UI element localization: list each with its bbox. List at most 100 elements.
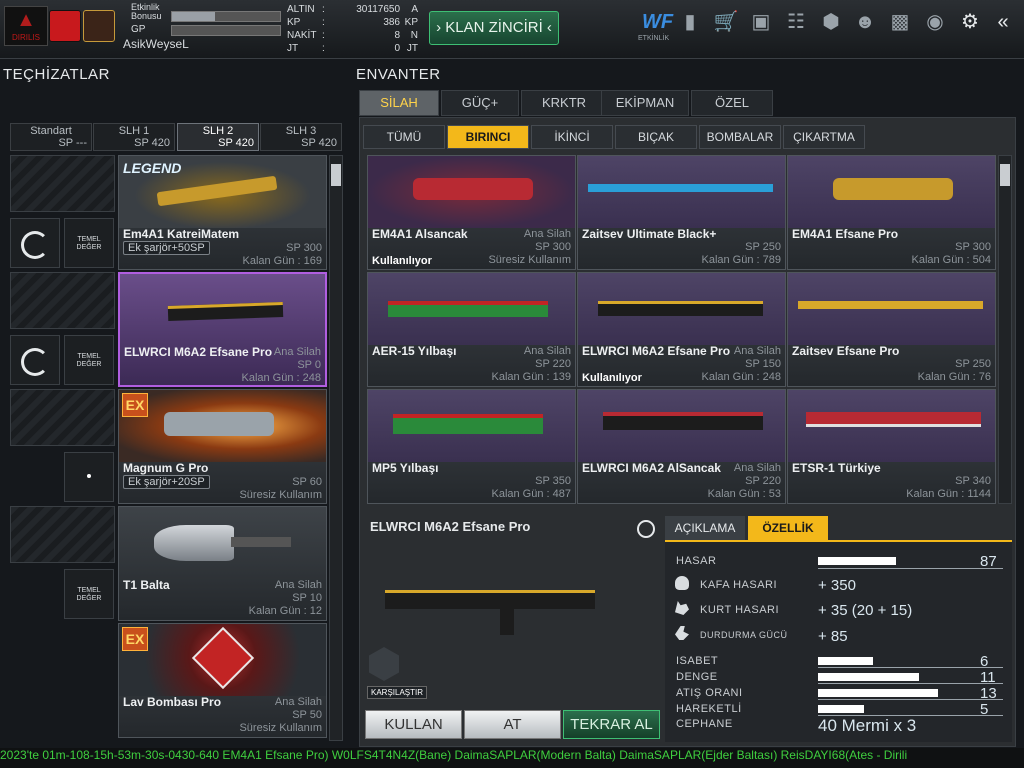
inventory-scroll-thumb[interactable] — [1000, 164, 1010, 186]
weapon-days: Kalan Gün : 139 — [491, 371, 571, 383]
equipment-card-selected[interactable]: ELWRCI M6A2 Efsane Pro Ana Silah SP 0 Ka… — [118, 272, 327, 387]
ranking-icon[interactable]: ▮ — [677, 9, 703, 35]
sticker-slot[interactable] — [10, 506, 115, 563]
weapon-type: Ana Silah — [523, 228, 571, 240]
subtab-cikartma[interactable]: ÇIKARTMA — [783, 125, 865, 149]
detail-weapon-name: ELWRCI M6A2 Efsane Pro — [370, 519, 531, 534]
temel-deger-slot[interactable]: TEMEL DEĞER — [64, 335, 114, 385]
subtab-ikinci[interactable]: İKİNCİ — [531, 125, 613, 149]
slot-tab-slh1[interactable]: SLH 1 SP 420 — [93, 123, 175, 151]
clan-emblem-icon[interactable] — [83, 10, 115, 42]
stat-label: DENGE — [676, 671, 718, 683]
weapon-sp: SP 250 — [955, 358, 991, 370]
inventory-item[interactable]: ETSR-1 Türkiye SP 340 Kalan Gün : 1144 — [787, 389, 996, 504]
weapon-type: Ana Silah — [274, 696, 322, 708]
inventory-item[interactable]: ELWRCI M6A2 Efsane Pro Ana Silah SP 150 … — [577, 272, 786, 387]
slot-tab-slh2[interactable]: SLH 2 SP 420 — [177, 123, 259, 151]
globe-icon[interactable]: ◉ — [922, 9, 948, 35]
tab-guc[interactable]: GÜÇ+ — [441, 90, 519, 116]
weapon-name: ELWRCI M6A2 Efsane Pro — [582, 344, 731, 358]
weapon-name: Zaitsev Ultimate Black+ — [582, 227, 717, 241]
tab-ozellik[interactable]: ÖZELLİK — [748, 516, 828, 540]
etkinlik-icon[interactable]: WF — [642, 9, 673, 35]
weapon-image — [788, 390, 995, 462]
use-button[interactable]: KULLAN — [365, 710, 462, 739]
subtab-tumu[interactable]: TÜMÜ — [363, 125, 445, 149]
tab-ozel[interactable]: ÖZEL — [691, 90, 773, 116]
tab-silah[interactable]: SİLAH — [359, 90, 439, 116]
weapon-days: Kalan Gün : 789 — [701, 254, 781, 266]
stats-icon[interactable]: ▩ — [887, 9, 913, 35]
slot-name: SLH 2 — [202, 125, 234, 137]
inventory-item[interactable]: Zaitsev Efsane Pro SP 250 Kalan Gün : 76 — [787, 272, 996, 387]
inventory-scrollbar[interactable] — [998, 155, 1012, 504]
equipment-card[interactable]: EX Lav Bombası Pro Ana Silah SP 50 Süres… — [118, 623, 327, 738]
weapon-sp: SP 150 — [745, 358, 781, 370]
rank-badge-icon[interactable] — [49, 10, 81, 42]
slot-tab-slh3[interactable]: SLH 3 SP 420 — [260, 123, 342, 151]
weapon-silhouette — [806, 412, 981, 427]
tab-ekipman[interactable]: EKİPMAN — [601, 90, 689, 116]
shop-icon[interactable]: 🛒 — [713, 9, 739, 35]
settings-gear-icon[interactable]: ⚙ — [957, 9, 983, 35]
equipment-card[interactable]: EX Magnum G Pro Ek şarjör+20SP SP 60 Sür… — [118, 389, 327, 504]
sticker-slot[interactable] — [10, 389, 115, 446]
currency-value: 0 — [394, 43, 400, 54]
rebuy-button[interactable]: TEKRAR AL — [563, 710, 660, 739]
box-icon[interactable]: ⬢ — [818, 9, 844, 35]
inventory-item[interactable]: EM4A1 Alsancak Ana Silah SP 300 Süresiz … — [367, 155, 576, 270]
weapon-sp: SP 340 — [955, 475, 991, 487]
subtab-birinci[interactable]: BIRINCI — [447, 125, 529, 149]
temel-deger-slot[interactable]: TEMEL DEĞER — [64, 569, 114, 619]
weapon-name: EM4A1 Efsane Pro — [792, 227, 899, 241]
equipment-card[interactable]: T1 Balta Ana Silah SP 10 Kalan Gün : 12 — [118, 506, 327, 621]
equipment-card[interactable]: LEGEND Em4A1 KatreiMatem Ek şarjör+50SP … — [118, 155, 327, 270]
slot-tab-standart[interactable]: Standart SP --- — [10, 123, 92, 151]
weapon-image — [368, 273, 575, 345]
reload-slot[interactable] — [10, 218, 60, 268]
stat-label: ISABET — [676, 655, 719, 667]
inventory-item[interactable]: Zaitsev Ultimate Black+ SP 250 Kalan Gün… — [577, 155, 786, 270]
klan-zinciri-button[interactable]: › KLAN ZİNCİRİ ‹ — [429, 11, 559, 45]
weapon-image — [120, 274, 325, 346]
back-arrow-icon[interactable]: « — [990, 9, 1016, 35]
zoom-icon[interactable] — [637, 520, 655, 538]
subtab-bicak[interactable]: BIÇAK — [615, 125, 697, 149]
stat-bar — [818, 657, 873, 665]
inventory-bag-icon[interactable]: ▣ — [748, 9, 774, 35]
subtab-bombalar[interactable]: BOMBALAR — [699, 125, 781, 149]
attachment-slot[interactable] — [64, 452, 114, 502]
weapon-sp: SP 220 — [535, 358, 571, 370]
tab-krktr[interactable]: KRKTR — [521, 90, 607, 116]
temel-deger-label: TEMEL DEĞER — [76, 353, 102, 368]
reload-slot[interactable] — [10, 335, 60, 385]
temel-deger-slot[interactable]: TEMEL DEĞER — [64, 218, 114, 268]
weapon-sp: SP 60 — [292, 476, 322, 488]
inventory-item[interactable]: AER-15 Yılbaşı Ana Silah SP 220 Kalan Gü… — [367, 272, 576, 387]
tab-aciklama[interactable]: AÇIKLAMA — [665, 516, 745, 540]
compare-button[interactable]: KARŞILAŞTIR — [367, 686, 428, 699]
stat-bar-track — [818, 699, 1003, 700]
reload-icon — [21, 231, 49, 259]
weapon-days: Kalan Gün : 487 — [491, 488, 571, 500]
weapon-days: Kalan Gün : 76 — [917, 371, 991, 383]
equipment-scroll-thumb[interactable] — [331, 164, 341, 186]
slot-sp: SP 420 — [134, 137, 170, 149]
currency-row: JT: 0 JT — [287, 43, 418, 54]
sticker-slot[interactable] — [10, 155, 115, 212]
medals-icon[interactable]: ☷ — [783, 9, 809, 35]
inventory-item[interactable]: EM4A1 Efsane Pro SP 300 Kalan Gün : 504 — [787, 155, 996, 270]
friends-icon[interactable]: ☻ — [852, 9, 878, 35]
equipment-scrollbar[interactable] — [329, 155, 343, 741]
temel-deger-label: TEMEL DEĞER — [76, 236, 102, 251]
sticker-slot[interactable] — [10, 272, 115, 329]
drop-button[interactable]: AT — [464, 710, 561, 739]
stat-label: ATIŞ ORANI — [676, 687, 743, 699]
ex-badge: EX — [122, 627, 148, 651]
inventory-item[interactable]: ELWRCI M6A2 AlSancak Ana Silah SP 220 Ka… — [577, 389, 786, 504]
stat-value: + 350 — [818, 577, 856, 594]
weapon-sp: SP 250 — [745, 241, 781, 253]
inventory-item[interactable]: MP5 Yılbaşı SP 350 Kalan Gün : 487 — [367, 389, 576, 504]
weapon-silhouette — [393, 414, 543, 434]
slot-name: SLH 3 — [285, 125, 317, 137]
